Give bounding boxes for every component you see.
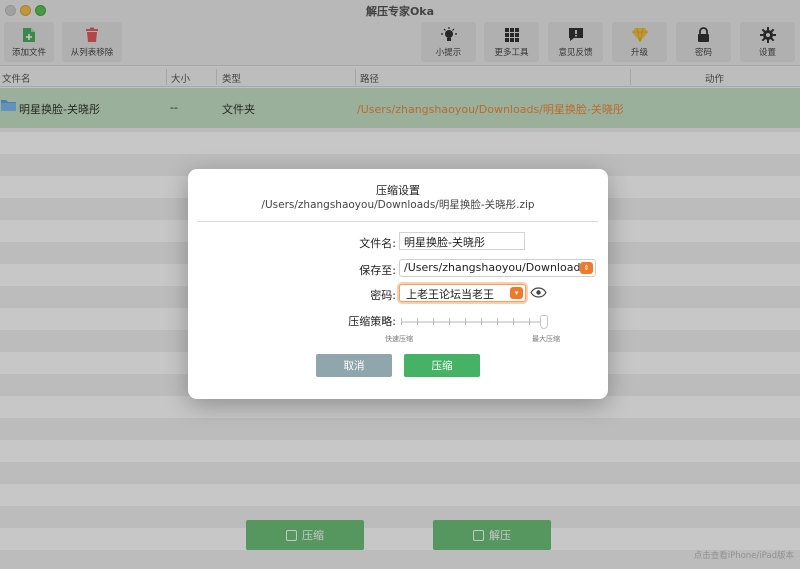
slider-tick: [449, 318, 450, 325]
password-field-label: 密码:: [370, 289, 396, 302]
slider-tick: [417, 318, 418, 325]
compression-settings-dialog: 压缩设置 /Users/zhangshaoyou/Downloads/明星换脸-…: [188, 169, 608, 399]
filename-input[interactable]: 明星换脸-关晓彤: [399, 232, 525, 250]
max-compress-caption: 最大压缩: [532, 335, 560, 343]
chevron-down-icon[interactable]: ▾: [510, 286, 523, 299]
cancel-button[interactable]: 取消: [316, 354, 392, 377]
eye-icon[interactable]: [530, 287, 547, 301]
slider-tick: [497, 318, 498, 325]
slider-tick: [529, 318, 530, 325]
strategy-label: 压缩策略:: [348, 315, 396, 328]
password-value: 上老王论坛当老王: [406, 288, 494, 301]
compression-strategy-slider[interactable]: [401, 321, 548, 323]
fast-compress-caption: 快速压缩: [385, 335, 413, 343]
save-to-select[interactable]: /Users/zhangshaoyou/Downloads ⇕: [399, 259, 596, 277]
slider-tick: [401, 318, 402, 325]
filename-label: 文件名:: [359, 237, 396, 250]
confirm-compress-button[interactable]: 压缩: [404, 354, 480, 377]
divider: [198, 221, 598, 222]
slider-handle[interactable]: [540, 315, 548, 329]
slider-tick: [433, 318, 434, 325]
save-to-value: /Users/zhangshaoyou/Downloads: [404, 261, 587, 274]
slider-tick: [513, 318, 514, 325]
chevron-updown-icon: ⇕: [580, 262, 593, 274]
slider-tick: [465, 318, 466, 325]
dialog-output-path: /Users/zhangshaoyou/Downloads/明星换脸-关晓彤.z…: [261, 199, 535, 211]
dialog-title: 压缩设置: [376, 184, 420, 197]
slider-tick: [481, 318, 482, 325]
save-to-label: 保存至:: [359, 264, 396, 277]
password-input[interactable]: 上老王论坛当老王 ▾: [399, 284, 526, 302]
